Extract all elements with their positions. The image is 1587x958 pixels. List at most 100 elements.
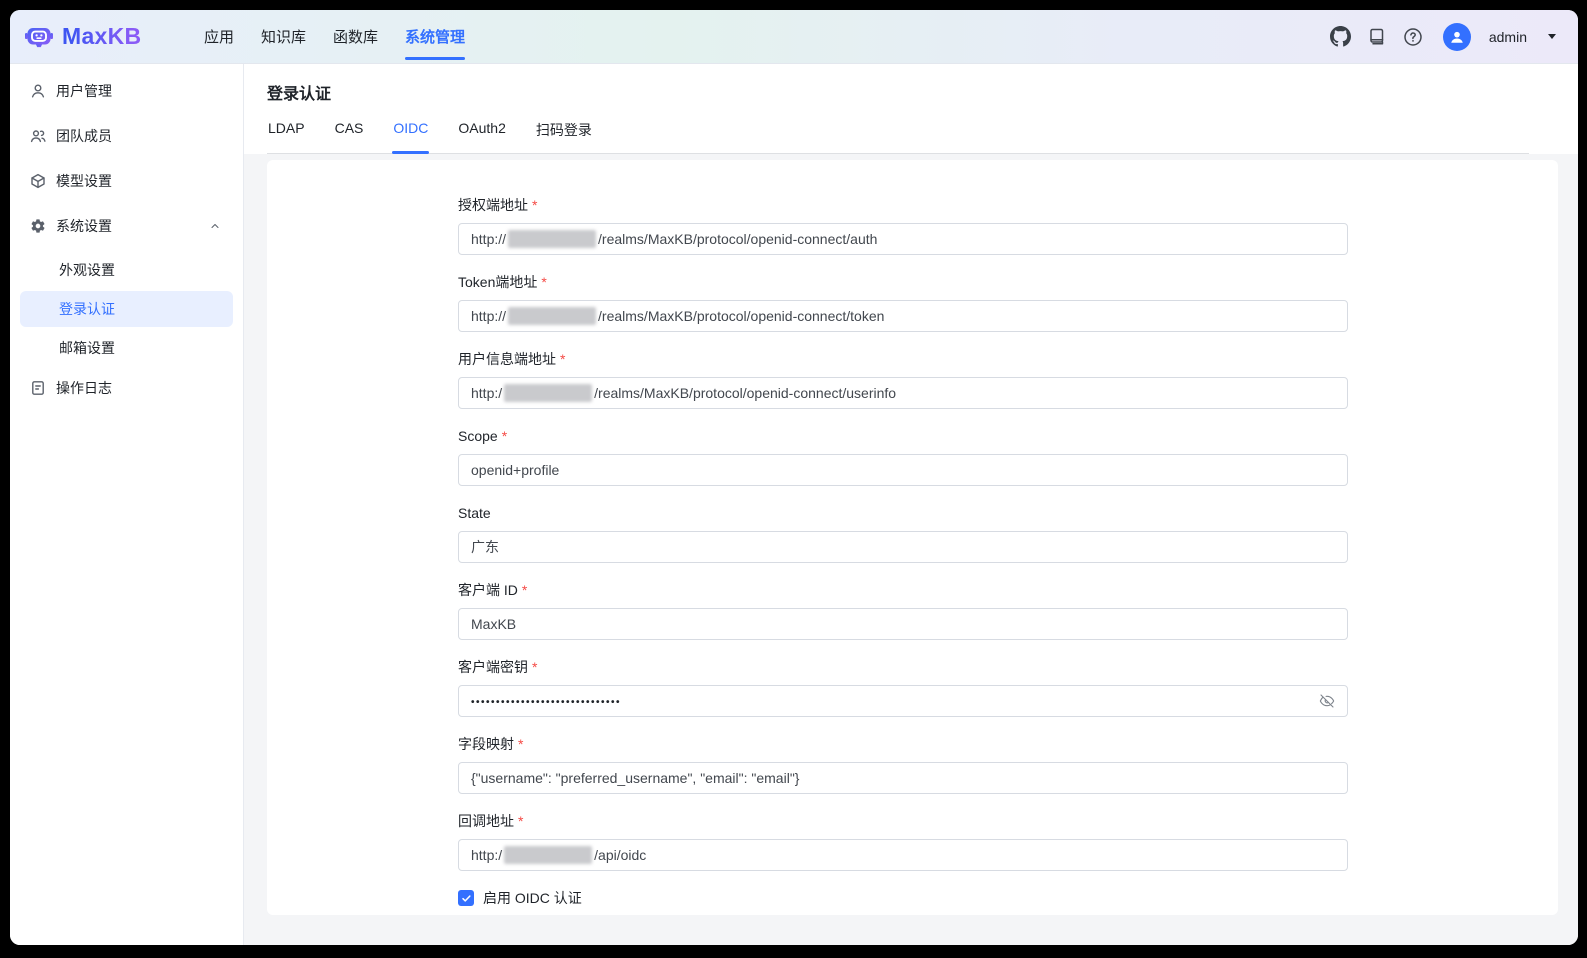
sidebar-item-email-settings[interactable]: 邮箱设置 [20,330,233,366]
field-auth-endpoint: 授权端地址* http:///realms/MaxKB/protocol/ope… [458,195,1348,255]
oidc-form: 授权端地址* http:///realms/MaxKB/protocol/ope… [458,195,1348,908]
required-asterisk: * [522,582,527,598]
field-label: 用户信息端地址 [458,351,556,367]
chevron-down-icon[interactable] [1548,34,1556,39]
field-value: openid+profile [471,462,559,478]
value-prefix: http:// [471,231,506,247]
chevron-up-icon[interactable] [207,220,223,232]
tab-qrcode-login[interactable]: 扫码登录 [535,116,593,153]
tab-cas[interactable]: CAS [334,116,365,153]
required-asterisk: * [502,428,507,444]
redacted-host [508,307,596,325]
app-window: MaxKB 应用 知识库 函数库 系统管理 [10,10,1578,945]
tab-oidc[interactable]: OIDC [392,116,429,153]
nav-item-function-lib[interactable]: 函数库 [333,10,378,63]
gear-icon [30,218,46,234]
oidc-form-card: 授权端地址* http:///realms/MaxKB/protocol/ope… [267,160,1558,915]
enable-oidc-checkbox[interactable] [458,890,474,906]
sidebar-item-login-auth[interactable]: 登录认证 [20,291,233,327]
sidebar-item-appearance-settings[interactable]: 外观设置 [20,252,233,288]
sidebar-item-system-settings[interactable]: 系统设置 [20,207,233,245]
sidebar-item-label: 系统设置 [56,216,197,236]
field-label: 回调地址 [458,813,514,829]
sidebar: 用户管理 团队成员 模型设置 系统设置 [10,64,244,945]
value-suffix: /api/oidc [594,847,646,863]
redacted-host [504,384,592,402]
field-value: {"username": "preferred_username", "emai… [471,770,799,786]
masked-value: •••••••••••••••••••••••••••••• [471,697,621,708]
sidebar-item-label: 模型设置 [56,171,223,191]
state-input[interactable]: 广东 [458,531,1348,563]
required-asterisk: * [532,197,537,213]
enable-oidc-label: 启用 OIDC 认证 [483,888,582,908]
brand-logo[interactable]: MaxKB [24,22,190,52]
client-secret-input[interactable]: •••••••••••••••••••••••••••••• [458,685,1348,717]
sidebar-item-label: 团队成员 [56,126,223,146]
required-asterisk: * [560,351,565,367]
field-label: 授权端地址 [458,197,528,213]
field-userinfo-endpoint: 用户信息端地址* http:/ /realms/MaxKB/protocol/op… [458,349,1348,409]
nav-item-knowledge-base[interactable]: 知识库 [261,10,306,63]
page-title: 登录认证 [267,64,1529,116]
field-value: 广东 [471,537,499,557]
check-icon [461,893,472,904]
sidebar-item-model-settings[interactable]: 模型设置 [20,162,233,200]
team-icon [30,128,46,144]
required-asterisk: * [532,659,537,675]
log-icon [30,380,46,396]
user-avatar[interactable] [1443,23,1471,51]
sidebar-item-operation-log[interactable]: 操作日志 [20,369,233,407]
docs-icon[interactable] [1367,27,1387,47]
topbar: MaxKB 应用 知识库 函数库 系统管理 [10,10,1578,64]
required-asterisk: * [518,736,523,752]
field-token-endpoint: Token端地址* http:///realms/MaxKB/protocol/… [458,272,1348,332]
help-icon[interactable] [1403,27,1423,47]
sidebar-item-label: 登录认证 [59,299,223,319]
value-prefix: http:/ [471,847,502,863]
sidebar-item-team-members[interactable]: 团队成员 [20,117,233,155]
maxkb-robot-icon [24,22,54,52]
redacted-host [508,230,596,248]
required-asterisk: * [518,813,523,829]
value-suffix: /realms/MaxKB/protocol/openid-connect/to… [598,308,884,324]
main-area: 登录认证 LDAP CAS OIDC OAuth2 扫码登录 授权端地址* [244,64,1578,945]
field-state: State 广东 [458,503,1348,563]
tab-oauth2[interactable]: OAuth2 [457,116,506,153]
field-label: 字段映射 [458,736,514,752]
field-label: Token端地址 [458,274,537,290]
field-callback-url: 回调地址* http:/ /api/oidc [458,811,1348,871]
auth-endpoint-input[interactable]: http:///realms/MaxKB/protocol/openid-con… [458,223,1348,255]
field-label: State [458,505,491,521]
value-prefix: http:// [471,308,506,324]
auth-tabs: LDAP CAS OIDC OAuth2 扫码登录 [267,116,1529,154]
nav-item-system-management[interactable]: 系统管理 [405,10,465,63]
client-id-input[interactable]: MaxKB [458,608,1348,640]
sidebar-item-label: 邮箱设置 [59,338,223,358]
field-label: 客户端 ID [458,582,518,598]
topbar-actions: admin [1330,23,1556,51]
field-value: MaxKB [471,616,516,632]
content-region: 授权端地址* http:///realms/MaxKB/protocol/ope… [244,154,1578,945]
nav-item-applications[interactable]: 应用 [204,10,234,63]
redacted-host [504,846,592,864]
field-field-mapping: 字段映射* {"username": "preferred_username",… [458,734,1348,794]
field-scope: Scope* openid+profile [458,426,1348,486]
sidebar-item-label: 用户管理 [56,81,223,101]
field-mapping-input[interactable]: {"username": "preferred_username", "emai… [458,762,1348,794]
field-client-id: 客户端 ID* MaxKB [458,580,1348,640]
scope-input[interactable]: openid+profile [458,454,1348,486]
userinfo-endpoint-input[interactable]: http:/ /realms/MaxKB/protocol/openid-conn… [458,377,1348,409]
callback-url-input[interactable]: http:/ /api/oidc [458,839,1348,871]
token-endpoint-input[interactable]: http:// /realms/MaxKB/protocol/openid-con… [458,300,1348,332]
value-prefix: http:/ [471,385,502,401]
main-header: 登录认证 LDAP CAS OIDC OAuth2 扫码登录 [244,64,1578,154]
username-label[interactable]: admin [1489,29,1527,45]
enable-oidc-row: 启用 OIDC 认证 [458,888,1348,908]
sidebar-item-user-management[interactable]: 用户管理 [20,72,233,110]
field-client-secret: 客户端密钥* •••••••••••••••••••••••••••••• [458,657,1348,717]
eye-off-icon[interactable] [1319,693,1335,709]
github-icon[interactable] [1330,26,1351,47]
value-suffix: /realms/MaxKB/protocol/openid-connect/us… [594,385,896,401]
brand-name: MaxKB [62,23,141,50]
tab-ldap[interactable]: LDAP [267,116,306,153]
